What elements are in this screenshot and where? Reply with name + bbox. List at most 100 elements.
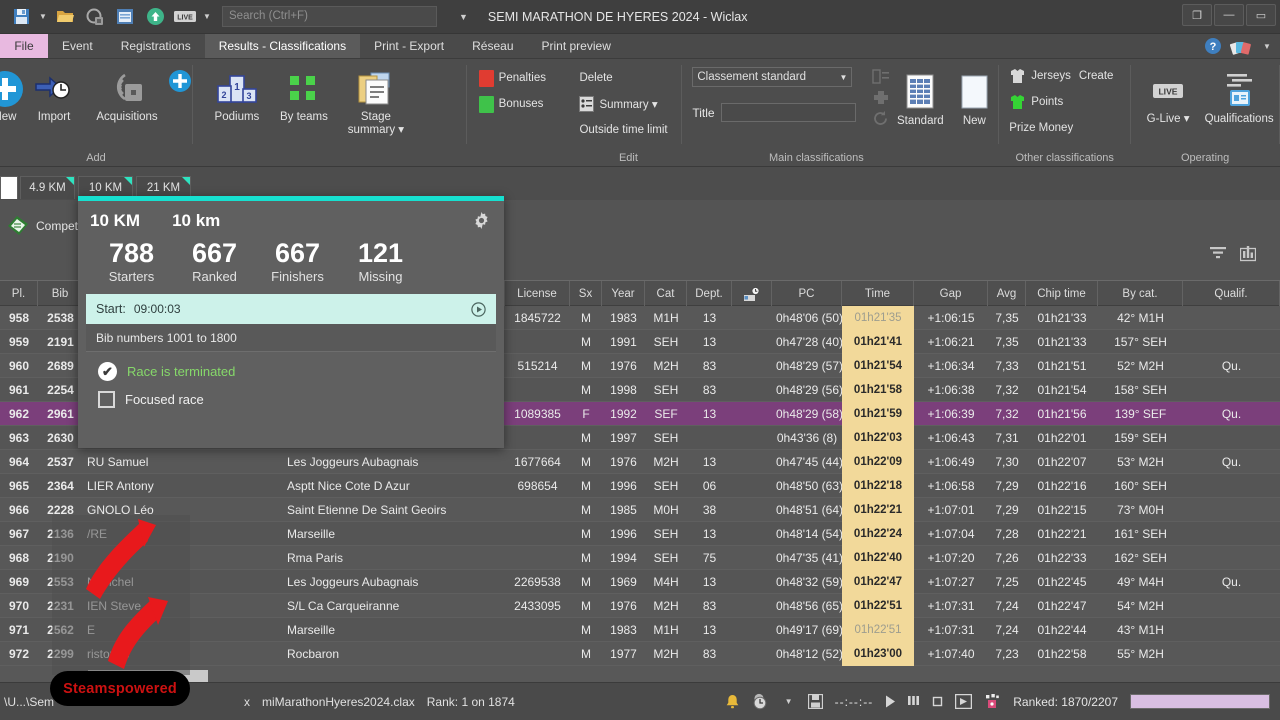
points-item[interactable]: Points xyxy=(1005,89,1067,115)
qualifications-button[interactable]: Qualifications xyxy=(1199,65,1279,126)
column-header-chip[interactable]: Chip time xyxy=(1026,281,1098,307)
cards-icon[interactable] xyxy=(1230,37,1252,55)
podiums-button[interactable]: 12 3 Podiums xyxy=(205,63,269,124)
summary-item[interactable]: Summary ▾ xyxy=(575,91,661,117)
tab-file[interactable]: File xyxy=(0,34,48,58)
clock-dropdown-caret[interactable]: ▼ xyxy=(782,697,796,706)
standard-button[interactable]: Standard xyxy=(890,67,950,128)
start-time-row[interactable]: Start: 09:00:03 xyxy=(86,294,496,324)
refresh-icon[interactable] xyxy=(872,110,890,127)
column-header-avg[interactable]: Avg xyxy=(988,281,1026,307)
column-header-pcval[interactable]: PC xyxy=(772,281,842,307)
outside-time-limit-item[interactable]: Outside time limit xyxy=(575,117,671,143)
delete-classification-icon[interactable] xyxy=(872,89,890,106)
pause-icon[interactable] xyxy=(908,695,920,708)
cell-avg: 7,29 xyxy=(995,478,1019,493)
new-button[interactable]: New xyxy=(0,63,23,124)
tab-print-preview[interactable]: Print preview xyxy=(528,34,625,58)
create-item[interactable]: Create xyxy=(1075,63,1118,89)
by-teams-button[interactable]: By teams xyxy=(269,63,339,124)
link-icon[interactable] xyxy=(80,3,110,31)
race-terminated-row[interactable]: ✔ Race is terminated xyxy=(78,352,504,381)
column-header-license[interactable]: License xyxy=(505,281,570,307)
save-disk-icon[interactable] xyxy=(807,694,823,709)
column-header-pc[interactable] xyxy=(732,281,772,307)
gear-icon[interactable] xyxy=(473,212,490,229)
stage-summary-button[interactable]: Stage summary ▾ xyxy=(339,63,413,137)
cell-qualif xyxy=(1183,546,1280,570)
column-header-sx[interactable]: Sx xyxy=(570,281,602,307)
acquisitions-button[interactable]: Acquisitions xyxy=(86,63,168,124)
live-icon[interactable]: LIVE xyxy=(170,3,200,31)
play-circle-icon[interactable] xyxy=(471,301,486,317)
save-icon[interactable] xyxy=(6,3,36,31)
live-dropdown-caret[interactable]: ▼ xyxy=(200,12,214,21)
table-row[interactable]: 970 2231 IEN Steve S/L Ca Carqueiranne 24330… xyxy=(0,593,1280,618)
filter-icon[interactable] xyxy=(1210,246,1226,262)
window-icon[interactable] xyxy=(110,3,140,31)
stop-icon[interactable] xyxy=(932,696,943,707)
column-header-bib[interactable]: Bib xyxy=(38,281,83,307)
penalties-item[interactable]: Penalties xyxy=(475,65,550,91)
table-row[interactable]: 965 2364 LIER Antony Asptt Nice Cote D Azur… xyxy=(0,473,1280,498)
step-icon[interactable] xyxy=(955,694,973,709)
help-icon[interactable]: ? xyxy=(1204,37,1222,55)
qualifications-icon xyxy=(1222,69,1256,113)
column-header-time[interactable]: Time xyxy=(842,281,914,307)
tab-results-classifications[interactable]: Results - Classifications xyxy=(204,34,361,58)
column-header-dept[interactable]: Dept. xyxy=(687,281,732,307)
search-input[interactable]: Search (Ctrl+F) xyxy=(222,6,437,27)
delete-item[interactable]: Delete xyxy=(575,65,616,91)
cell-avg: 7,25 xyxy=(995,574,1019,589)
columns-chart-icon[interactable] xyxy=(1240,246,1256,262)
import-button[interactable]: Import xyxy=(22,63,86,124)
column-header-pl[interactable]: Pl. xyxy=(0,281,38,307)
title-input[interactable] xyxy=(720,103,856,122)
tab-print-export[interactable]: Print - Export xyxy=(360,34,458,58)
column-header-year[interactable]: Year xyxy=(602,281,645,307)
svg-text:LIVE: LIVE xyxy=(1159,87,1178,97)
cell-pl: 968 xyxy=(8,550,30,565)
competitors-button[interactable]: Competit xyxy=(0,212,84,240)
tab-registrations[interactable]: Registrations xyxy=(107,34,205,58)
table-row[interactable]: 972 2299 ristophe Rocbaron M 1977 M2H 83 0h48'12… xyxy=(0,641,1280,666)
race-tab-scroll[interactable] xyxy=(0,176,18,199)
play-icon[interactable] xyxy=(885,695,896,708)
dice-icon[interactable] xyxy=(984,694,1001,709)
table-row[interactable]: 971 2562 E Marseille M 1983 M1H 13 0h49'17 (69) 0… xyxy=(0,617,1280,642)
bonuses-item[interactable]: Bonuses xyxy=(475,91,548,117)
checkbox-empty-icon[interactable] xyxy=(98,391,115,408)
cell-time: 01h22'47 xyxy=(842,569,914,594)
open-folder-icon[interactable] xyxy=(50,3,80,31)
save-dropdown-caret[interactable]: ▼ xyxy=(36,12,50,21)
column-header-gap[interactable]: Gap xyxy=(914,281,988,307)
column-header-bycat[interactable]: By cat. xyxy=(1098,281,1183,307)
jerseys-item[interactable]: Jerseys xyxy=(1005,63,1075,89)
maximize-button[interactable]: ▭ xyxy=(1246,4,1276,26)
focused-race-row[interactable]: Focused race xyxy=(78,381,504,408)
classification-select[interactable]: Classement standard ▼ xyxy=(692,67,853,87)
help-dropdown-caret[interactable]: ▼ xyxy=(1260,42,1274,51)
tab-event[interactable]: Event xyxy=(48,34,107,58)
new-classification-button[interactable]: New xyxy=(950,67,998,128)
column-header-cat[interactable]: Cat xyxy=(645,281,687,307)
cloud-upload-icon[interactable] xyxy=(140,3,170,31)
table-row[interactable]: 968 2190 Rma Paris M 1994 SEH 75 0h47'35 (41) 01… xyxy=(0,545,1280,570)
add-small-icon[interactable] xyxy=(168,69,192,93)
bell-icon[interactable] xyxy=(725,694,740,710)
table-row[interactable]: 966 2228 GNOLO Léo Saint Etienne De Saint G… xyxy=(0,497,1280,522)
restore-button[interactable]: ❐ xyxy=(1182,4,1212,26)
tab-reseau[interactable]: Réseau xyxy=(458,34,527,58)
race-tab-4-9km[interactable]: 4.9 KM xyxy=(20,176,75,199)
sort-classification-icon[interactable] xyxy=(872,69,890,85)
prize-money-item[interactable]: Prize Money xyxy=(1005,115,1077,141)
table-row[interactable]: 964 2537 RU Samuel Les Joggeurs Aubagnais 16… xyxy=(0,449,1280,474)
search-dropdown-caret[interactable]: ▼ xyxy=(459,12,468,22)
table-row[interactable]: 967 2136/RE Marseille M 1996 SEH 13 0h48'14 (54… xyxy=(0,521,1280,546)
clock-icon[interactable] xyxy=(752,693,770,710)
minimize-button[interactable]: — xyxy=(1214,4,1244,26)
g-live-button[interactable]: LIVE G-Live ▾ xyxy=(1137,65,1199,126)
cell-bib: 2231 xyxy=(47,598,74,613)
column-header-qualif[interactable]: Qualif. xyxy=(1183,281,1280,307)
table-row[interactable]: 969 2553 N Michel Les Joggeurs Aubagnais 226… xyxy=(0,569,1280,594)
